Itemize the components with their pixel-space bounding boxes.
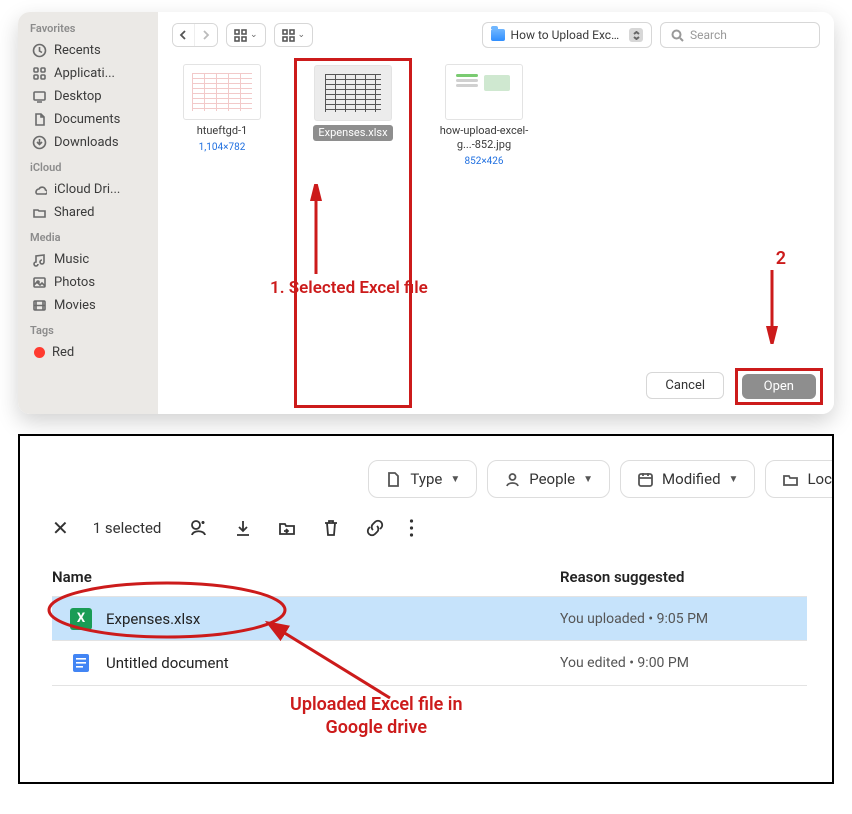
file-item-selected[interactable]: Expenses.xlsx xyxy=(303,65,403,141)
movie-icon xyxy=(32,298,47,313)
chevron-down-icon: ⌄ xyxy=(250,30,258,40)
sidebar-item-recents[interactable]: Recents xyxy=(28,40,152,61)
sidebar-heading-favorites: Favorites xyxy=(28,22,152,35)
annotation-arrow xyxy=(762,268,782,344)
chevron-right-icon xyxy=(201,30,211,40)
chevron-down-icon: ⌄ xyxy=(298,30,306,40)
calendar-icon xyxy=(637,471,654,488)
annotation-arrow xyxy=(260,616,400,706)
music-icon xyxy=(32,252,47,267)
search-input[interactable]: Search xyxy=(660,22,820,48)
file-item[interactable]: how-upload-excel-g...-852.jpg 852×426 xyxy=(434,64,534,414)
link-icon[interactable] xyxy=(365,518,385,538)
document-icon xyxy=(32,112,47,127)
file-dimensions: 852×426 xyxy=(464,156,503,167)
forward-button[interactable] xyxy=(195,24,217,46)
file-name: how-upload-excel-g...-852.jpg xyxy=(434,124,534,152)
apps-icon xyxy=(32,66,47,81)
file-row[interactable]: Untitled document You edited • 9:00 PM xyxy=(52,641,807,686)
dropdown-icon: ▼ xyxy=(450,474,460,485)
tag-dot-icon xyxy=(34,347,45,358)
gdoc-icon xyxy=(70,652,92,674)
sidebar-item-downloads[interactable]: Downloads xyxy=(28,132,152,153)
clock-icon xyxy=(32,43,47,58)
photo-icon xyxy=(32,275,47,290)
google-drive-panel: Type▼ People▼ Modified▼ Locat ✕ 1 select… xyxy=(18,434,834,784)
chevron-left-icon xyxy=(179,30,189,40)
filter-chip-modified[interactable]: Modified▼ xyxy=(620,460,755,498)
sidebar-heading-tags: Tags xyxy=(28,324,152,337)
file-icon xyxy=(385,471,402,488)
group-icon xyxy=(282,29,295,42)
sidebar-heading-media: Media xyxy=(28,231,152,244)
file-reason: You uploaded • 9:05 PM xyxy=(560,611,708,627)
trash-icon[interactable] xyxy=(321,518,341,538)
filter-chip-location[interactable]: Locat xyxy=(765,460,834,498)
file-dimensions: 1,104×782 xyxy=(199,142,246,153)
annotation-ellipse xyxy=(45,579,290,641)
annotation-open-box: Open xyxy=(735,368,823,405)
nav-back-forward xyxy=(172,23,218,47)
file-item[interactable]: htueftgd-1 1,104×782 xyxy=(172,64,272,414)
file-name: Expenses.xlsx xyxy=(313,125,392,141)
cancel-button[interactable]: Cancel xyxy=(646,372,724,399)
dropdown-icon: ▼ xyxy=(729,474,739,485)
path-dropdown[interactable]: How to Upload Excel to... xyxy=(482,22,652,48)
search-icon xyxy=(671,29,684,42)
file-name: htueftgd-1 xyxy=(197,124,248,138)
more-icon[interactable] xyxy=(409,518,414,538)
sidebar-item-photos[interactable]: Photos xyxy=(28,272,152,293)
folder-icon xyxy=(491,29,505,41)
file-thumbnail xyxy=(445,64,523,120)
share-icon[interactable] xyxy=(189,518,209,538)
finder-open-dialog: Favorites Recents Applicati... Desktop D… xyxy=(18,12,834,414)
sidebar-tag-red[interactable]: Red xyxy=(28,342,152,363)
annotation-arrow xyxy=(306,184,326,276)
sidebar-item-movies[interactable]: Movies xyxy=(28,295,152,316)
file-thumbnail xyxy=(183,64,261,120)
sidebar-item-music[interactable]: Music xyxy=(28,249,152,270)
grid-icon xyxy=(234,29,247,42)
clear-selection-button[interactable]: ✕ xyxy=(52,516,69,540)
filter-chip-type[interactable]: Type▼ xyxy=(368,460,477,498)
download-icon xyxy=(32,135,47,150)
group-by-button[interactable]: ⌄ xyxy=(274,23,314,47)
file-reason: You edited • 9:00 PM xyxy=(560,655,689,671)
annotation-label: 1. Selected Excel file xyxy=(270,278,428,298)
file-grid: htueftgd-1 1,104×782 Expenses.xlsx how-u… xyxy=(158,58,834,414)
filter-chips: Type▼ People▼ Modified▼ Locat xyxy=(368,460,834,498)
folder-icon xyxy=(782,471,799,488)
sidebar: Favorites Recents Applicati... Desktop D… xyxy=(18,12,158,414)
sidebar-item-applications[interactable]: Applicati... xyxy=(28,63,152,84)
desktop-icon xyxy=(32,89,47,104)
sidebar-item-shared[interactable]: Shared xyxy=(28,202,152,223)
file-name: Untitled document xyxy=(106,654,229,672)
view-mode-button[interactable]: ⌄ xyxy=(226,23,266,47)
file-thumbnail xyxy=(314,65,392,121)
sidebar-item-desktop[interactable]: Desktop xyxy=(28,86,152,107)
annotation-label: 2 xyxy=(776,248,786,269)
toolbar: ⌄ ⌄ How to Upload Excel to... Search xyxy=(158,12,834,58)
column-header-reason: Reason suggested xyxy=(560,568,684,586)
sidebar-heading-icloud: iCloud xyxy=(28,161,152,174)
filter-chip-people[interactable]: People▼ xyxy=(487,460,610,498)
open-button[interactable]: Open xyxy=(742,374,816,399)
download-icon[interactable] xyxy=(233,518,253,538)
selection-count: 1 selected xyxy=(93,519,162,537)
dropdown-icon: ▼ xyxy=(583,474,593,485)
dialog-main: ⌄ ⌄ How to Upload Excel to... Search htu… xyxy=(158,12,834,414)
path-expand-icon xyxy=(629,28,643,42)
person-icon xyxy=(504,471,521,488)
annotation-label: Uploaded Excel file inGoogle drive xyxy=(290,694,463,739)
back-button[interactable] xyxy=(173,24,195,46)
cloud-icon xyxy=(32,182,47,197)
sidebar-item-documents[interactable]: Documents xyxy=(28,109,152,130)
selection-toolbar: ✕ 1 selected xyxy=(52,516,802,540)
move-icon[interactable] xyxy=(277,518,297,538)
sidebar-item-icloud-drive[interactable]: iCloud Dri... xyxy=(28,179,152,200)
shared-folder-icon xyxy=(32,205,47,220)
